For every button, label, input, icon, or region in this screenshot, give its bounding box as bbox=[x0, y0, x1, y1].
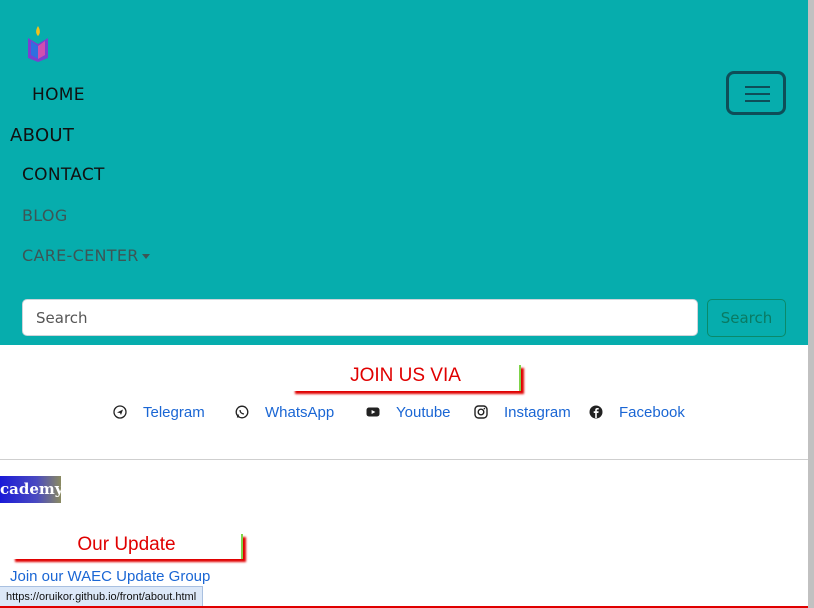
nav-home[interactable]: HOME bbox=[32, 85, 85, 105]
social-label: Youtube bbox=[396, 403, 451, 421]
nav-care-center-dropdown[interactable]: CARE-CENTER bbox=[22, 246, 150, 265]
hamburger-menu-icon bbox=[745, 86, 770, 88]
social-link-youtube[interactable]: Youtube bbox=[366, 402, 451, 422]
nav-contact[interactable]: CONTACT bbox=[22, 165, 105, 185]
care-center-label: CARE-CENTER bbox=[22, 246, 139, 265]
social-label: Facebook bbox=[619, 403, 685, 421]
site-logo[interactable] bbox=[26, 24, 50, 62]
social-label: Telegram bbox=[143, 403, 205, 421]
search-button[interactable]: Search bbox=[707, 299, 786, 337]
social-label: WhatsApp bbox=[265, 403, 335, 421]
youtube-icon bbox=[366, 407, 380, 417]
browser-status-url: https://oruikor.github.io/front/about.ht… bbox=[0, 586, 204, 606]
caret-down-icon bbox=[141, 254, 150, 259]
search-input[interactable] bbox=[22, 299, 698, 336]
nav-about[interactable]: ABOUT bbox=[10, 125, 74, 146]
telegram-icon bbox=[113, 405, 127, 419]
social-link-telegram[interactable]: Telegram bbox=[113, 402, 205, 422]
facebook-icon bbox=[589, 405, 603, 419]
navbar-toggler-button[interactable] bbox=[726, 71, 786, 115]
social-link-instagram[interactable]: Instagram bbox=[474, 402, 571, 422]
top-navbar: HOME ABOUT CONTACT BLOG CARE-CENTER Sear… bbox=[0, 0, 808, 345]
nav-blog[interactable]: BLOG bbox=[22, 206, 68, 225]
academy-badge: cademy bbox=[0, 476, 61, 503]
social-label: Instagram bbox=[504, 403, 571, 421]
waec-update-group-link[interactable]: Join our WAEC Update Group bbox=[10, 568, 210, 585]
whatsapp-icon bbox=[235, 405, 249, 419]
page-scrollbar[interactable] bbox=[808, 0, 814, 608]
join-us-title: JOIN US VIA bbox=[292, 365, 521, 391]
our-update-title: Our Update bbox=[12, 534, 243, 559]
scrollbar-thumb[interactable] bbox=[808, 0, 814, 608]
instagram-icon bbox=[474, 405, 488, 419]
social-link-whatsapp[interactable]: WhatsApp bbox=[235, 402, 334, 422]
section-divider bbox=[0, 459, 808, 460]
social-link-facebook[interactable]: Facebook bbox=[589, 402, 685, 422]
